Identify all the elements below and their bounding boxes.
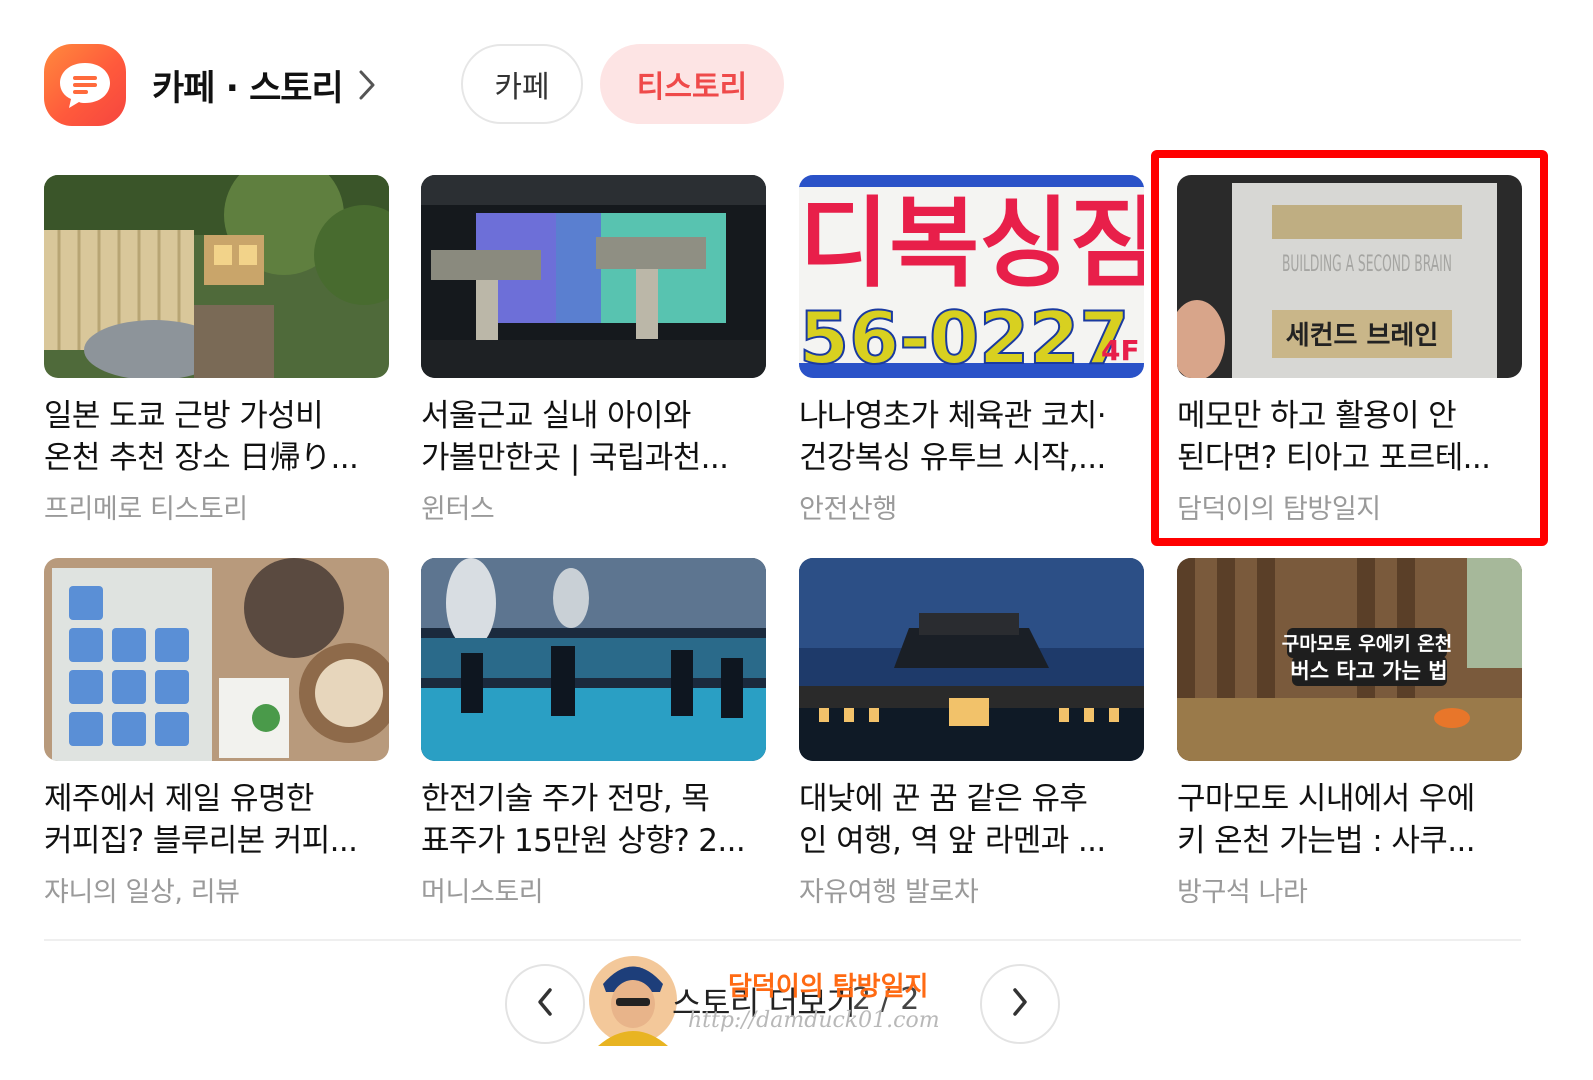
card-source[interactable]: 안전산행 [799, 487, 1144, 526]
story-card[interactable]: 서울근교 실내 아이와 가볼만한곳 | 국립과천... 윈터스 [421, 175, 766, 526]
card-thumbnail[interactable] [799, 558, 1144, 761]
chevron-right-icon[interactable] [357, 68, 377, 102]
more-stories-link[interactable]: 스토리 더보기 2 / 2 담덕이의 탐방일지 http://damduck01… [588, 952, 968, 1052]
card-title-line[interactable]: 대낮에 꾼 꿈 같은 유후 [799, 778, 1144, 820]
card-thumbnail[interactable]: BUILDING A SECOND BRAIN 세컨드 브레인 [1177, 175, 1522, 378]
tab-tistory[interactable]: 티스토리 [600, 44, 784, 124]
card-title-line[interactable]: 한전기술 주가 전망, 목 [421, 778, 766, 820]
story-card[interactable]: 대낮에 꾼 꿈 같은 유후 인 여행, 역 앞 라멘과 ... 자유여행 발로차 [799, 558, 1144, 909]
card-thumbnail[interactable] [421, 558, 766, 761]
book-title-ko: 세컨드 브레인 [1286, 321, 1439, 351]
card-title-line[interactable]: 온천 추천 장소 日帰り... [44, 437, 389, 479]
cafe-story-logo-icon [44, 44, 126, 126]
story-card[interactable]: BUILDING A SECOND BRAIN 세컨드 브레인 메모만 하고 활… [1177, 175, 1522, 526]
card-title-line[interactable]: 나나영초가 체육관 코치· [799, 395, 1144, 437]
footer-divider [44, 939, 1521, 941]
book-title-en: BUILDING A SECOND BRAIN [1282, 252, 1452, 277]
onsen-caption-1: 구마모토 우에키 온천 [1282, 633, 1453, 655]
card-source[interactable]: 쟈니의 일상, 리뷰 [44, 870, 389, 909]
story-card[interactable]: 구마모토 우에키 온천 버스 타고 가는 법 구마모토 시내에서 우에 키 온천… [1177, 558, 1522, 909]
card-source[interactable]: 자유여행 발로차 [799, 870, 1144, 909]
card-title-line[interactable]: 된다면? 티아고 포르테... [1177, 437, 1522, 479]
card-title-line[interactable]: 서울근교 실내 아이와 [421, 395, 766, 437]
story-card[interactable]: 디복싱짐 56-0227 4F 나나영초가 체육관 코치· 건강복싱 유투브 시… [799, 175, 1144, 526]
card-source[interactable]: 윈터스 [421, 487, 766, 526]
watermark-title: 담덕이의 탐방일지 [728, 972, 929, 1002]
watermark-avatar [588, 954, 678, 1046]
story-card[interactable]: 제주에서 제일 유명한 커피집? 블루리본 커피... 쟈니의 일상, 리뷰 [44, 558, 389, 909]
story-card[interactable]: 한전기술 주가 전망, 목 표주가 15만원 상향? 2... 머니스토리 [421, 558, 766, 909]
boxing-sign-phone: 56-0227 [799, 296, 1129, 378]
card-title-line[interactable]: 인 여행, 역 앞 라멘과 ... [799, 820, 1144, 862]
card-thumbnail[interactable]: 구마모토 우에키 온천 버스 타고 가는 법 [1177, 558, 1522, 761]
card-title-line[interactable]: 일본 도쿄 근방 가성비 [44, 395, 389, 437]
card-title-line[interactable]: 메모만 하고 활용이 안 [1177, 395, 1522, 437]
onsen-caption-2: 버스 타고 가는 법 [1290, 659, 1447, 683]
card-source[interactable]: 프리메로 티스토리 [44, 487, 389, 526]
section-header: 카페 · 스토리 [44, 44, 377, 126]
section-title[interactable]: 카페 · 스토리 [152, 60, 344, 111]
card-thumbnail[interactable] [44, 175, 389, 378]
card-title-line[interactable]: 커피집? 블루리본 커피... [44, 820, 389, 862]
chevron-left-icon [535, 986, 555, 1022]
card-title-line[interactable]: 키 온천 가는법 : 사쿠... [1177, 820, 1522, 862]
next-page-button[interactable] [980, 964, 1060, 1044]
card-source[interactable]: 방구석 나라 [1177, 870, 1522, 909]
card-title-line[interactable]: 건강복싱 유투브 시작,... [799, 437, 1144, 479]
tab-cafe[interactable]: 카페 [461, 44, 583, 124]
boxing-sign-text: 디복싱짐 [799, 187, 1144, 301]
card-title-line[interactable]: 구마모토 시내에서 우에 [1177, 778, 1522, 820]
card-source[interactable]: 담덕이의 탐방일지 [1177, 487, 1522, 526]
card-title-line[interactable]: 가볼만한곳 | 국립과천... [421, 437, 766, 479]
boxing-sign-floor: 4F [1101, 334, 1140, 367]
card-title-line[interactable]: 제주에서 제일 유명한 [44, 778, 389, 820]
story-card[interactable]: 일본 도쿄 근방 가성비 온천 추천 장소 日帰り... 프리메로 티스토리 [44, 175, 389, 526]
card-title-line[interactable]: 표주가 15만원 상향? 2... [421, 820, 766, 862]
watermark-url: http://damduck01.com [688, 1008, 940, 1033]
chevron-right-icon [1010, 986, 1030, 1022]
card-source[interactable]: 머니스토리 [421, 870, 766, 909]
prev-page-button[interactable] [505, 964, 585, 1044]
card-thumbnail[interactable] [44, 558, 389, 761]
card-thumbnail[interactable] [421, 175, 766, 378]
card-thumbnail[interactable]: 디복싱짐 56-0227 4F [799, 175, 1144, 378]
